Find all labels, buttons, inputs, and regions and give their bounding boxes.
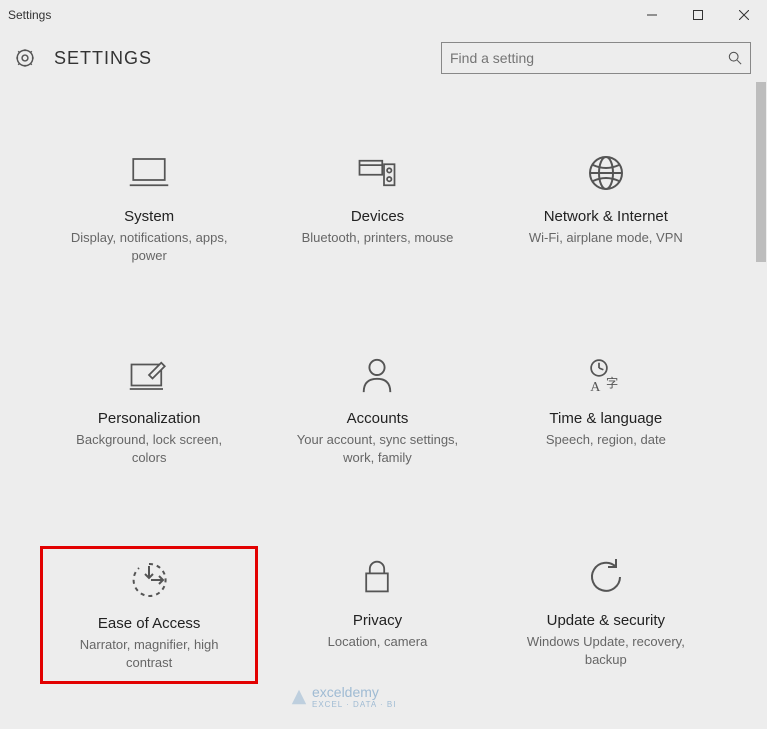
title-bar: Settings [0, 0, 767, 30]
tile-title: Update & security [547, 612, 665, 629]
search-box[interactable] [441, 42, 751, 74]
globe-icon [585, 152, 627, 194]
tile-title: System [124, 208, 174, 225]
tile-desc: Bluetooth, printers, mouse [302, 229, 454, 247]
devices-icon [356, 152, 398, 194]
page-title: SETTINGS [54, 48, 441, 69]
person-icon [356, 354, 398, 396]
tile-title: Ease of Access [98, 615, 201, 632]
maximize-button[interactable] [675, 0, 721, 30]
window-title: Settings [8, 8, 629, 22]
scroll-thumb[interactable] [756, 82, 766, 262]
tile-desc: Your account, sync settings, work, famil… [292, 431, 462, 466]
tile-desc: Location, camera [328, 633, 428, 651]
watermark-brand: exceldemy [312, 684, 379, 700]
tile-personalization[interactable]: Personalization Background, lock screen,… [40, 344, 258, 476]
content-area: System Display, notifications, apps, pow… [0, 82, 755, 729]
tile-network[interactable]: Network & Internet Wi-Fi, airplane mode,… [497, 142, 715, 274]
personalization-icon [128, 354, 170, 396]
tile-desc: Speech, region, date [546, 431, 666, 449]
tile-title: Network & Internet [544, 208, 668, 225]
svg-text:字: 字 [606, 375, 618, 390]
tile-desc: Display, notifications, apps, power [64, 229, 234, 264]
tile-system[interactable]: System Display, notifications, apps, pow… [40, 142, 258, 274]
tile-desc: Windows Update, recovery, backup [521, 633, 691, 668]
time-language-icon: A 字 [585, 354, 627, 396]
gear-icon [14, 47, 36, 69]
tile-title: Time & language [549, 410, 662, 427]
system-icon [128, 152, 170, 194]
ease-of-access-icon [128, 559, 170, 601]
tile-update-security[interactable]: Update & security Windows Update, recove… [497, 546, 715, 684]
close-button[interactable] [721, 0, 767, 30]
scrollbar[interactable] [755, 82, 767, 729]
tile-desc: Narrator, magnifier, high contrast [64, 636, 234, 671]
tile-title: Privacy [353, 612, 402, 629]
tile-devices[interactable]: Devices Bluetooth, printers, mouse [268, 142, 486, 274]
tile-privacy[interactable]: Privacy Location, camera [268, 546, 486, 684]
tile-ease-of-access[interactable]: Ease of Access Narrator, magnifier, high… [40, 546, 258, 684]
watermark: exceldemy EXCEL · DATA · BI [290, 684, 396, 709]
search-icon [728, 51, 742, 65]
settings-grid: System Display, notifications, apps, pow… [0, 82, 755, 704]
tile-title: Devices [351, 208, 404, 225]
window-controls [629, 0, 767, 30]
minimize-button[interactable] [629, 0, 675, 30]
lock-icon [356, 556, 398, 598]
tile-desc: Background, lock screen, colors [64, 431, 234, 466]
svg-text:A: A [590, 380, 601, 395]
tile-time-language[interactable]: A 字 Time & language Speech, region, date [497, 344, 715, 476]
tile-accounts[interactable]: Accounts Your account, sync settings, wo… [268, 344, 486, 476]
search-input[interactable] [450, 50, 728, 66]
update-icon [585, 556, 627, 598]
tile-title: Personalization [98, 410, 201, 427]
tile-title: Accounts [347, 410, 409, 427]
watermark-sub: EXCEL · DATA · BI [312, 700, 396, 709]
header: SETTINGS [0, 30, 767, 84]
tile-desc: Wi-Fi, airplane mode, VPN [529, 229, 683, 247]
